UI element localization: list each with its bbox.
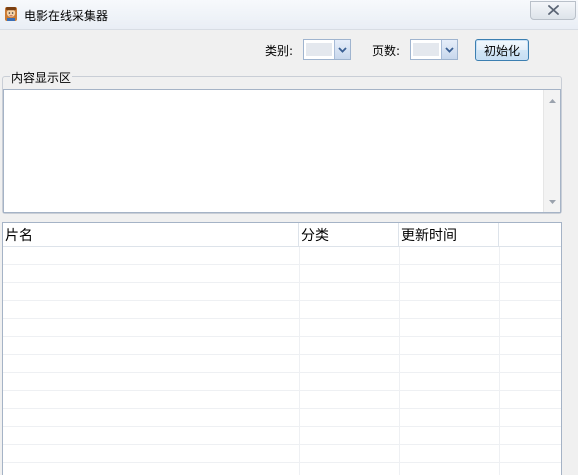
column-header-title[interactable]: 片名 [3,223,299,247]
table-row [3,301,561,319]
movie-list[interactable]: 片名 分类 更新时间 [2,222,562,475]
close-button[interactable] [530,1,576,20]
table-row [3,319,561,337]
pages-combobox[interactable] [410,39,458,60]
scroll-down-arrow-icon[interactable] [544,193,561,210]
scroll-up-arrow-icon[interactable] [544,92,561,109]
category-combobox[interactable] [303,39,351,60]
initialize-button[interactable]: 初始化 [475,39,529,61]
title-bar[interactable]: 电影在线采集器 [0,0,578,30]
table-row [3,283,561,301]
content-vertical-scrollbar[interactable] [543,90,560,212]
pages-label: 页数: [372,44,401,58]
table-row [3,373,561,391]
category-label: 类别: [265,44,294,58]
content-group-legend: 内容显示区 [10,69,73,86]
pages-selected-value [413,43,439,56]
column-header-filler [499,223,561,247]
column-header-category[interactable]: 分类 [299,223,399,247]
app-character-icon [3,6,19,22]
table-row [3,445,561,463]
chevron-down-icon[interactable] [441,40,457,59]
table-row [3,355,561,373]
chevron-down-icon[interactable] [334,40,350,59]
table-row [3,463,561,475]
table-row [3,337,561,355]
column-header-updated-time[interactable]: 更新时间 [399,223,499,247]
window-title: 电影在线采集器 [24,9,109,23]
close-icon [547,4,559,18]
table-row [3,427,561,445]
table-row [3,409,561,427]
movie-list-header: 片名 分类 更新时间 [3,223,561,247]
table-row [3,265,561,283]
table-row [3,391,561,409]
main-window: 电影在线采集器 类别: 页数: 初始化 内容显示区 片名 分类 更新时间 [0,0,578,475]
content-display-textarea[interactable] [3,89,561,213]
category-selected-value [306,43,332,56]
table-row [3,247,561,265]
